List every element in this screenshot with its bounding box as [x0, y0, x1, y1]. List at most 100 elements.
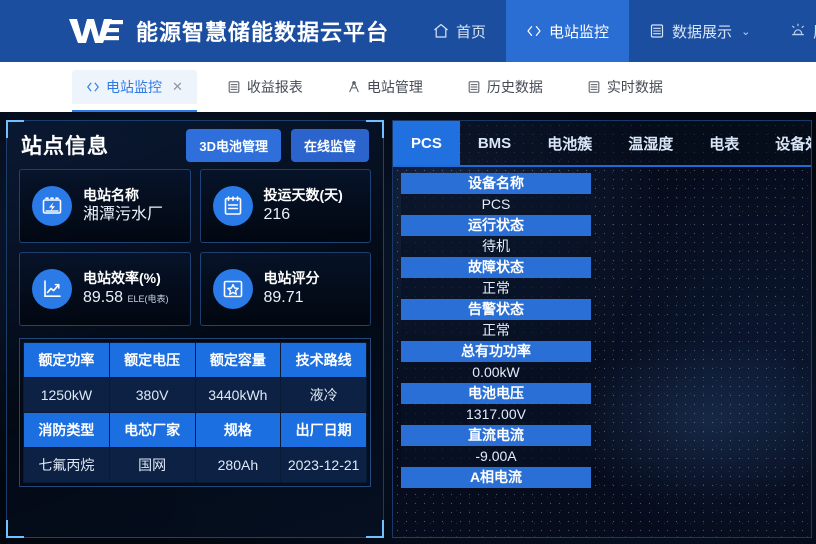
brand-title: 能源智慧储能数据云平台 — [136, 20, 390, 45]
readout-key: 告警状态 — [401, 299, 591, 320]
device-tab-bar: PCS BMS 电池簇 温湿度 电表 设备效 — [393, 121, 811, 167]
info-card-text: 投运天数(天) 216 — [264, 187, 359, 226]
device-readout-list: 设备名称 PCS 运行状态 待机 故障状态 正常 告警状态 正常 总有功功率 0… — [393, 167, 811, 488]
device-tab-device-efficiency[interactable]: 设备效 — [757, 121, 811, 165]
tab-station-management[interactable]: 电站管理 — [333, 70, 437, 104]
station-info-panel: 站点信息 3D电池管理 在线监管 电站名称 湘潭污水厂 投运天数(天) 216 … — [6, 120, 384, 538]
tab-history-data[interactable]: 历史数据 — [453, 70, 557, 104]
card-label: 电站评分 — [263, 269, 320, 286]
battery-charge-icon — [32, 186, 72, 226]
table-cell: 380V — [108, 377, 196, 413]
info-card-station-score[interactable]: 电站评分 89.71 — [199, 252, 371, 326]
table-header-cell: 额定电压 — [108, 342, 196, 378]
compass-icon — [349, 81, 359, 93]
device-tab-temp-humidity[interactable]: 温湿度 — [610, 121, 691, 165]
panel-header: 站点信息 3D电池管理 在线监管 — [7, 121, 383, 169]
table-cell: 1250kW — [23, 377, 110, 413]
database-icon — [468, 81, 480, 93]
device-tab-pcs[interactable]: PCS — [393, 121, 460, 165]
tab-revenue-report[interactable]: 收益报表 — [213, 70, 317, 104]
readout-value: 正常 — [401, 278, 591, 299]
device-tab-battery-cluster[interactable]: 电池簇 — [529, 121, 610, 165]
info-card-text: 电站评分 89.71 — [264, 270, 359, 309]
we-logo — [69, 19, 123, 43]
nav-item-history[interactable]: 历史 — [770, 0, 816, 62]
card-label: 电站效率(%) — [83, 269, 161, 286]
table-row: 七氟丙烷 国网 280Ah 2023-12-21 — [23, 447, 367, 483]
nav-item-station-monitor[interactable]: 电站监控 — [506, 0, 630, 62]
table-header-cell: 出厂日期 — [280, 412, 367, 448]
close-icon[interactable]: ✕ — [172, 79, 183, 95]
table-row: 额定功率 额定电压 额定容量 技术路线 — [23, 342, 367, 378]
device-tab-meter[interactable]: 电表 — [691, 121, 757, 165]
info-card-operating-days[interactable]: 投运天数(天) 216 — [199, 169, 371, 243]
table-header-cell: 消防类型 — [23, 412, 110, 448]
tab-station-monitor[interactable]: 电站监控 ✕ — [72, 70, 197, 112]
database-icon — [228, 81, 240, 93]
info-card-grid: 电站名称 湘潭污水厂 投运天数(天) 216 电站效率(%) 89.58 ELE… — [7, 169, 383, 326]
readout-key: 运行状态 — [401, 215, 591, 236]
info-card-station-efficiency[interactable]: 电站效率(%) 89.58 ELE(电表) — [19, 252, 191, 326]
brand: 能源智慧储能数据云平台 — [0, 0, 413, 62]
card-value: 湘潭污水厂 — [83, 205, 164, 223]
tab-realtime-data-label: 实时数据 — [606, 79, 663, 95]
corner-bracket-bottom-right — [366, 520, 384, 538]
battery-3d-management-button[interactable]: 3D电池管理 — [186, 128, 281, 162]
star-box-icon — [212, 269, 253, 309]
corner-bracket-bottom-left — [6, 520, 24, 538]
dashboard-stage: 站点信息 3D电池管理 在线监管 电站名称 湘潭污水厂 投运天数(天) 216 … — [0, 112, 816, 544]
chevron-down-icon: ⌄ — [741, 25, 751, 38]
readout-value: -9.00A — [401, 446, 591, 467]
readout-key: A相电流 — [401, 467, 591, 488]
clipboard-icon — [212, 186, 253, 226]
readout-value: 1317.00V — [401, 404, 591, 425]
tab-station-management-label: 电站管理 — [366, 79, 423, 95]
nav-item-data-display[interactable]: 数据展示 ⌄ — [629, 0, 770, 62]
table-cell: 2023-12-21 — [280, 447, 367, 483]
specification-table: 额定功率 额定电压 额定容量 技术路线 1250kW 380V 3440kWh … — [23, 342, 367, 483]
readout-key: 直流电流 — [401, 425, 591, 446]
readout-key: 电池电压 — [401, 383, 591, 404]
readout-value: 待机 — [401, 236, 591, 257]
code-icon — [527, 26, 541, 36]
nav-item-data-display-label: 数据展示 — [672, 23, 733, 41]
table-header-cell: 额定功率 — [23, 342, 110, 378]
code-icon — [87, 82, 99, 92]
table-cell: 280Ah — [194, 447, 282, 483]
alarm-icon — [792, 23, 805, 36]
table-cell: 国网 — [108, 447, 196, 483]
tab-realtime-data[interactable]: 实时数据 — [573, 70, 677, 104]
table-header-cell: 规格 — [194, 412, 282, 448]
info-card-text: 电站效率(%) 89.58 ELE(电表) — [83, 270, 178, 309]
card-value: 89.58 — [83, 288, 124, 306]
table-header-cell: 技术路线 — [280, 342, 367, 378]
card-value: 216 — [263, 205, 291, 223]
nav-item-home[interactable]: 首页 — [413, 0, 506, 62]
readout-value: PCS — [401, 194, 591, 215]
nav-items: 首页 电站监控 数据展示 ⌄ 历史 — [413, 0, 816, 62]
top-navigation-bar: 能源智慧储能数据云平台 首页 电站监控 数据展示 ⌄ — [0, 0, 816, 62]
tab-strip: 电站监控 ✕ 收益报表 电站管理 历史数据 实时数据 — [0, 62, 816, 112]
info-card-text: 电站名称 湘潭污水厂 — [83, 187, 178, 226]
database-icon — [650, 24, 664, 38]
readout-value: 正常 — [401, 320, 591, 341]
card-subtext: ELE(电表) — [127, 293, 169, 304]
home-icon — [434, 24, 448, 38]
table-row: 消防类型 电芯厂家 规格 出厂日期 — [23, 412, 367, 448]
info-card-station-name[interactable]: 电站名称 湘潭污水厂 — [19, 169, 191, 243]
readout-value: 0.00kW — [401, 362, 591, 383]
table-cell: 液冷 — [280, 377, 367, 413]
nav-item-station-monitor-label: 电站监控 — [549, 23, 610, 41]
nav-item-home-label: 首页 — [456, 23, 487, 41]
table-row: 1250kW 380V 3440kWh 液冷 — [23, 377, 367, 413]
panel-header-buttons: 3D电池管理 在线监管 — [186, 128, 369, 162]
table-cell: 3440kWh — [194, 377, 282, 413]
page-title: 站点信息 — [21, 135, 109, 158]
tab-revenue-report-label: 收益报表 — [246, 79, 303, 95]
tab-history-data-label: 历史数据 — [486, 79, 543, 95]
online-supervision-button[interactable]: 在线监管 — [290, 128, 369, 162]
card-value: 89.71 — [263, 288, 304, 306]
readout-key: 总有功功率 — [401, 341, 591, 362]
device-tab-bms[interactable]: BMS — [460, 121, 529, 165]
card-label: 投运天数(天) — [263, 186, 343, 203]
